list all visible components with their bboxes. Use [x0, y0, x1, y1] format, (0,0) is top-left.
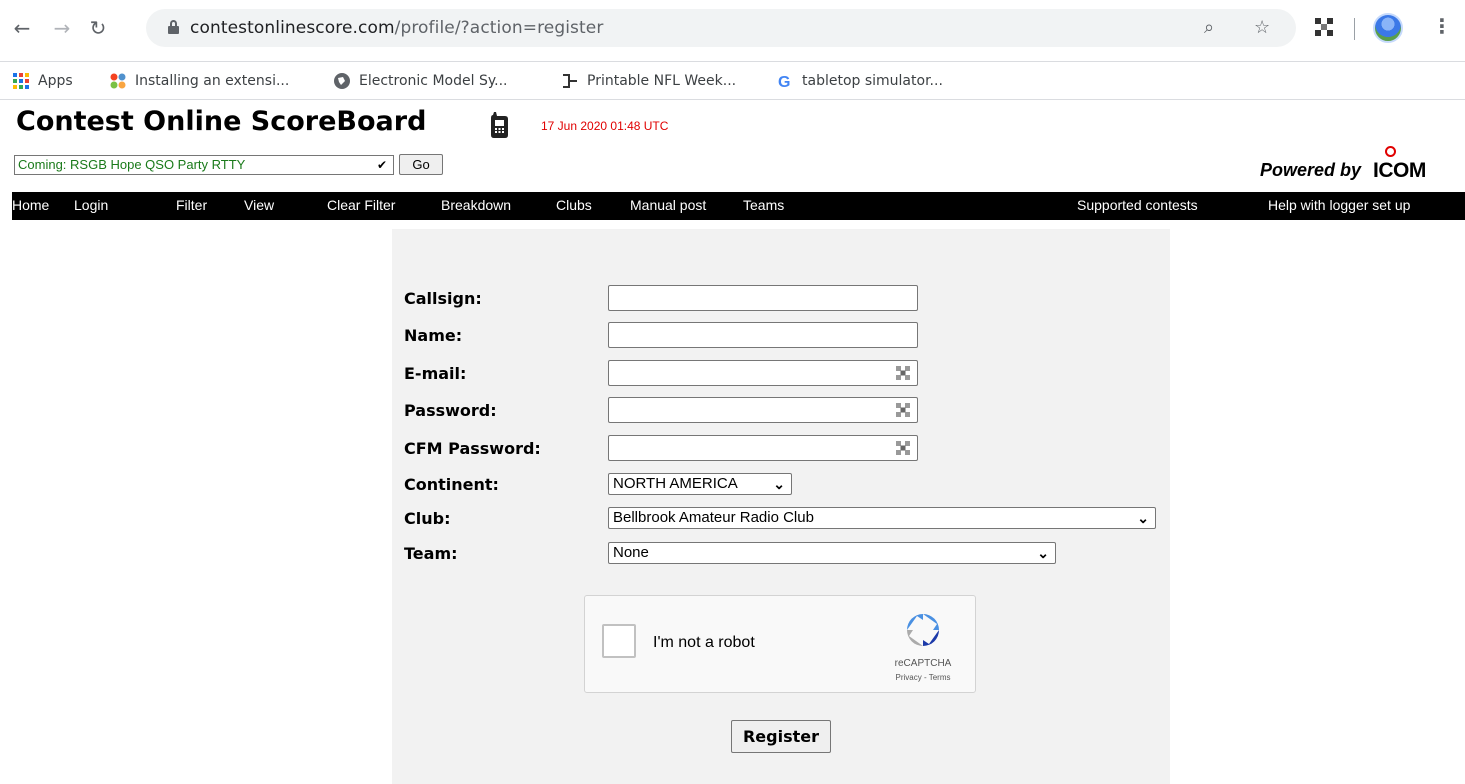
- recaptcha-label: I'm not a robot: [653, 634, 755, 651]
- browser-toolbar: ← → ↻ contestonlinescore.com/profile/?ac…: [0, 0, 1465, 62]
- club-select[interactable]: Bellbrook Amateur Radio Club ⌄: [608, 507, 1156, 529]
- go-button[interactable]: Go: [399, 154, 443, 175]
- password-manager-icon[interactable]: [895, 440, 911, 456]
- team-label: Team:: [404, 544, 458, 563]
- team-select[interactable]: None ⌄: [608, 542, 1056, 564]
- toolbar-separator: [1354, 18, 1355, 40]
- recaptcha-links[interactable]: Privacy - Terms: [885, 673, 961, 682]
- utc-timestamp: 17 Jun 2020 01:48 UTC: [541, 119, 669, 133]
- back-arrow-icon[interactable]: ←: [8, 14, 36, 42]
- recaptcha-brand: reCAPTCHA: [894, 658, 952, 669]
- menu-help-logger[interactable]: Help with logger set up: [1268, 197, 1410, 213]
- continent-select[interactable]: NORTH AMERICA ⌄: [608, 473, 792, 495]
- lock-icon[interactable]: [168, 20, 179, 34]
- cfm-password-label: CFM Password:: [404, 439, 541, 458]
- apps-grid-icon: [13, 73, 29, 89]
- address-bar[interactable]: contestonlinescore.com/profile/?action=r…: [146, 9, 1296, 47]
- bookmark-apps[interactable]: Apps: [12, 72, 73, 90]
- extension-icon[interactable]: [1313, 16, 1335, 38]
- menu-filter[interactable]: Filter: [176, 197, 207, 213]
- star-icon[interactable]: ☆: [1254, 17, 1270, 38]
- profile-avatar[interactable]: [1373, 13, 1403, 43]
- menu-login[interactable]: Login: [74, 197, 108, 213]
- globe-icon: [334, 73, 350, 89]
- icom-logo-ring: [1385, 146, 1396, 157]
- recaptcha-logo-icon: [907, 614, 939, 646]
- zoom-icon[interactable]: ⌕: [1204, 17, 1214, 38]
- bookmarks-bar: Apps Installing an extensi... Electronic…: [0, 62, 1465, 100]
- password-label: Password:: [404, 401, 497, 420]
- menu-view[interactable]: View: [244, 197, 274, 213]
- icom-logo: ICOM: [1373, 159, 1426, 182]
- forward-arrow-icon[interactable]: →: [48, 14, 76, 42]
- bookmark-printable-nfl[interactable]: Printable NFL Week...: [561, 72, 736, 90]
- main-menu: Home Login Filter View Clear Filter Brea…: [12, 192, 1465, 220]
- menu-teams[interactable]: Teams: [743, 197, 784, 213]
- svg-text:G: G: [778, 74, 790, 90]
- menu-kebab-icon[interactable]: ⋮: [1432, 14, 1452, 38]
- password-manager-icon[interactable]: [895, 402, 911, 418]
- contest-select[interactable]: Coming: RSGB Hope QSO Party RTTY ✔: [14, 155, 394, 175]
- google-icon: G: [778, 74, 790, 90]
- email-label: E-mail:: [404, 364, 467, 383]
- menu-manual-post[interactable]: Manual post: [630, 197, 706, 213]
- recaptcha-widget: I'm not a robot reCAPTCHA Privacy - Term…: [584, 595, 976, 693]
- url-text: contestonlinescore.com/profile/?action=r…: [190, 18, 604, 38]
- menu-clubs[interactable]: Clubs: [556, 197, 592, 213]
- register-button[interactable]: Register: [731, 720, 831, 753]
- powered-by-text: Powered by: [1260, 160, 1362, 180]
- cfm-password-input[interactable]: [608, 435, 918, 461]
- email-input[interactable]: [608, 360, 918, 386]
- name-label: Name:: [404, 326, 463, 345]
- menu-clear-filter[interactable]: Clear Filter: [327, 197, 395, 213]
- name-input[interactable]: [608, 322, 918, 348]
- password-manager-icon[interactable]: [895, 365, 911, 381]
- chevron-down-icon: ⌄: [1137, 510, 1149, 526]
- menu-home[interactable]: Home: [12, 197, 49, 213]
- club-label: Club:: [404, 509, 451, 528]
- menu-breakdown[interactable]: Breakdown: [441, 197, 511, 213]
- mobile-phone-icon[interactable]: [487, 111, 511, 139]
- chevron-down-icon: ✔: [376, 158, 387, 172]
- chevron-down-icon: ⌄: [773, 476, 785, 492]
- continent-label: Continent:: [404, 475, 499, 494]
- joomla-icon: [110, 73, 126, 89]
- bookmark-electronic-model[interactable]: Electronic Model Sy...: [333, 72, 507, 90]
- bracket-icon: [563, 74, 577, 88]
- site-title: Contest Online ScoreBoard: [16, 106, 427, 137]
- menu-supported-contests[interactable]: Supported contests: [1077, 197, 1198, 213]
- bookmark-installing-extension[interactable]: Installing an extensi...: [109, 72, 289, 90]
- callsign-input[interactable]: [608, 285, 918, 311]
- reload-icon[interactable]: ↻: [84, 14, 112, 42]
- recaptcha-checkbox[interactable]: [602, 624, 636, 658]
- password-input[interactable]: [608, 397, 918, 423]
- bookmark-tabletop-simulator[interactable]: G tabletop simulator...: [776, 72, 943, 90]
- callsign-label: Callsign:: [404, 289, 482, 308]
- chevron-down-icon: ⌄: [1037, 545, 1049, 561]
